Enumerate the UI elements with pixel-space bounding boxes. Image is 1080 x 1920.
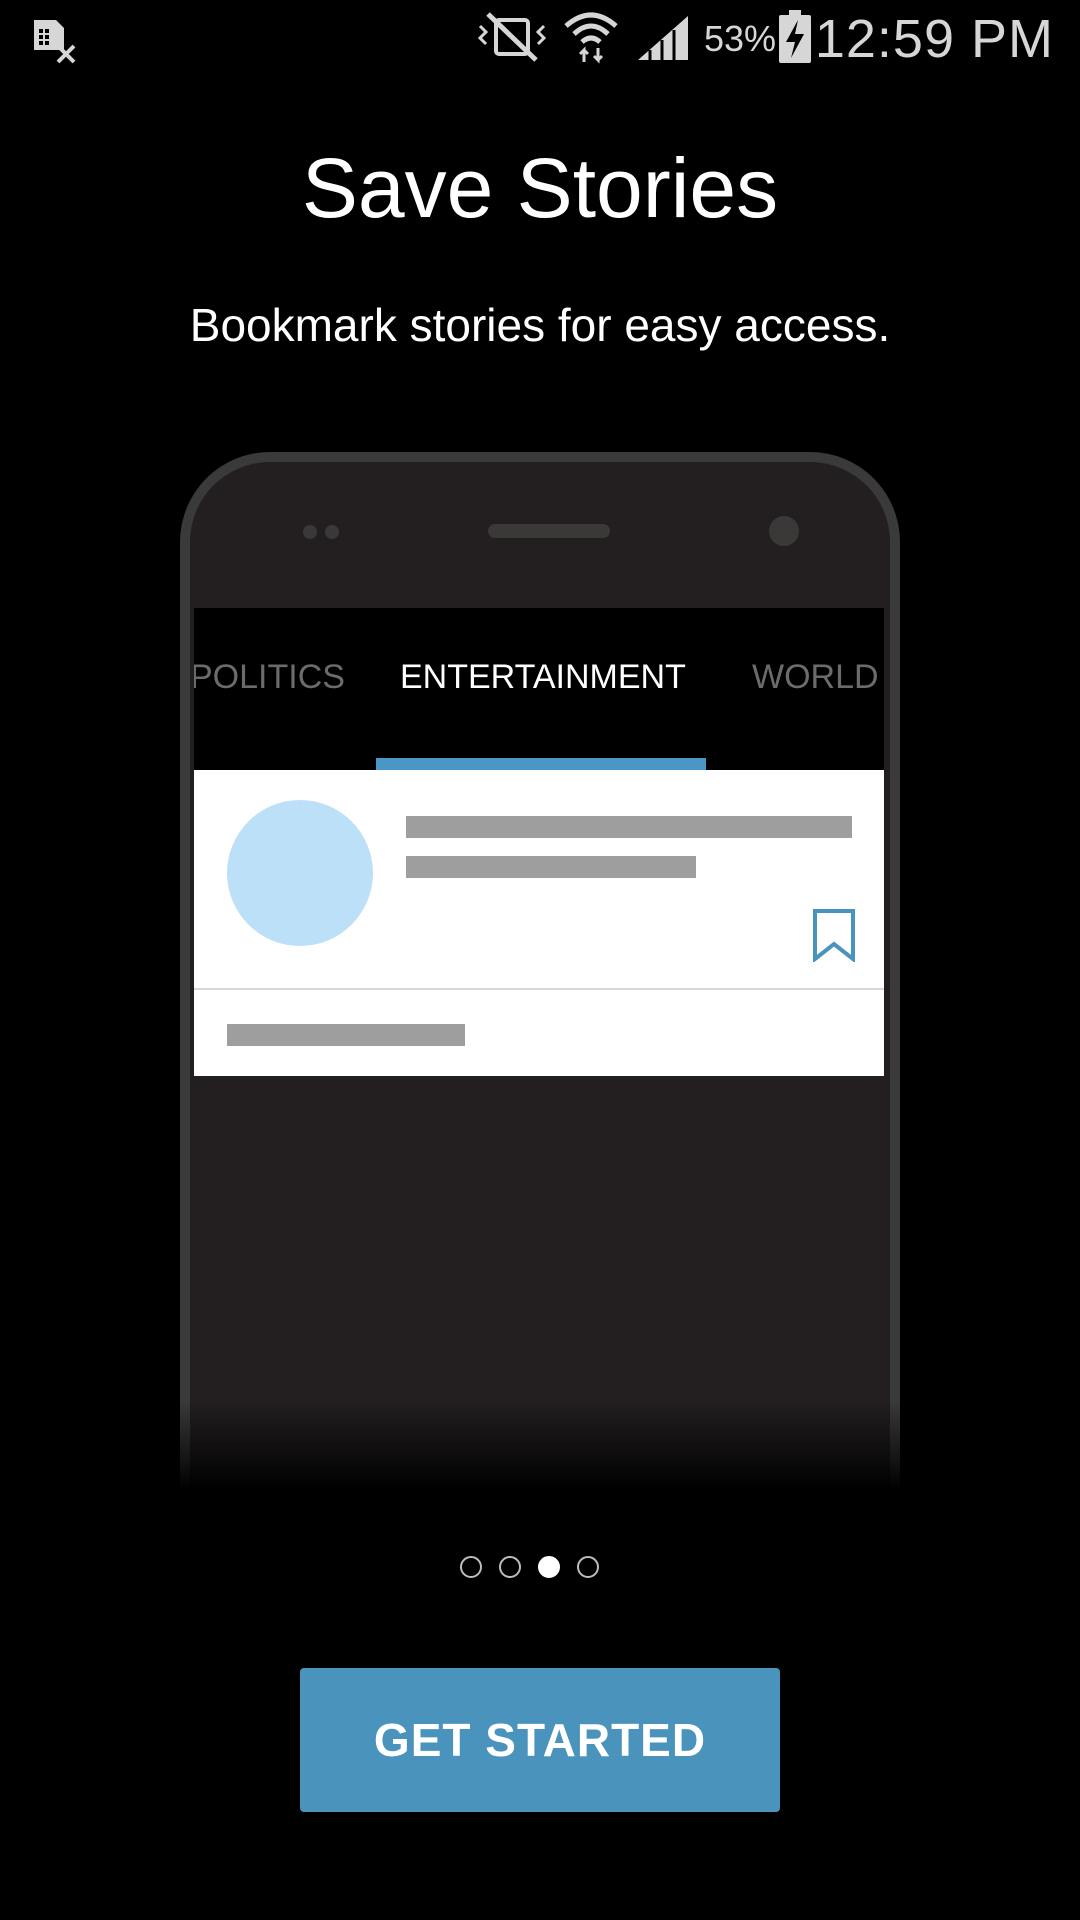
status-bar: 53% 12:59 PM <box>0 0 1080 80</box>
headline-placeholder-line <box>406 816 852 838</box>
status-time: 12:59 PM <box>814 9 1054 69</box>
cell-signal-icon <box>638 16 688 60</box>
speaker-grille <box>488 524 610 538</box>
illustration-fade <box>170 1400 910 1500</box>
tab-world: WORLD <box>752 658 879 696</box>
headline-placeholder-line <box>406 856 696 878</box>
page-dot[interactable] <box>577 1556 599 1578</box>
page-dot[interactable] <box>460 1556 482 1578</box>
battery-charging-icon <box>779 10 811 63</box>
page-dot[interactable] <box>499 1556 521 1578</box>
front-camera <box>769 516 799 546</box>
tab-politics: POLITICS <box>194 658 345 696</box>
story-thumbnail <box>227 800 373 946</box>
page-dot-active[interactable] <box>538 1556 560 1578</box>
story-card-placeholder <box>194 770 884 1076</box>
tab-indicator <box>376 758 706 770</box>
battery-percent: 53% <box>704 18 777 59</box>
onboarding-screen: 53% 12:59 PM Save Stories Bookmark stori… <box>0 0 1080 1920</box>
page-indicator <box>0 1556 1080 1578</box>
sim-error-icon <box>34 20 76 64</box>
phone-illustration: POLITICS ENTERTAINMENT WORLD <box>180 452 900 1492</box>
bookmark-outline-icon <box>813 909 855 962</box>
wifi-icon <box>564 12 618 64</box>
get-started-button[interactable]: GET STARTED <box>300 1668 780 1812</box>
vibrate-mute-icon <box>477 12 547 62</box>
page-subtitle: Bookmark stories for easy access. <box>189 299 891 351</box>
page-title: Save Stories <box>301 141 779 235</box>
sensor-dots-icon <box>303 525 339 539</box>
card-divider <box>194 988 884 990</box>
source-placeholder-line <box>227 1024 465 1046</box>
tab-entertainment: ENTERTAINMENT <box>400 658 686 696</box>
illustration-tab-bar: POLITICS ENTERTAINMENT WORLD <box>194 608 884 770</box>
